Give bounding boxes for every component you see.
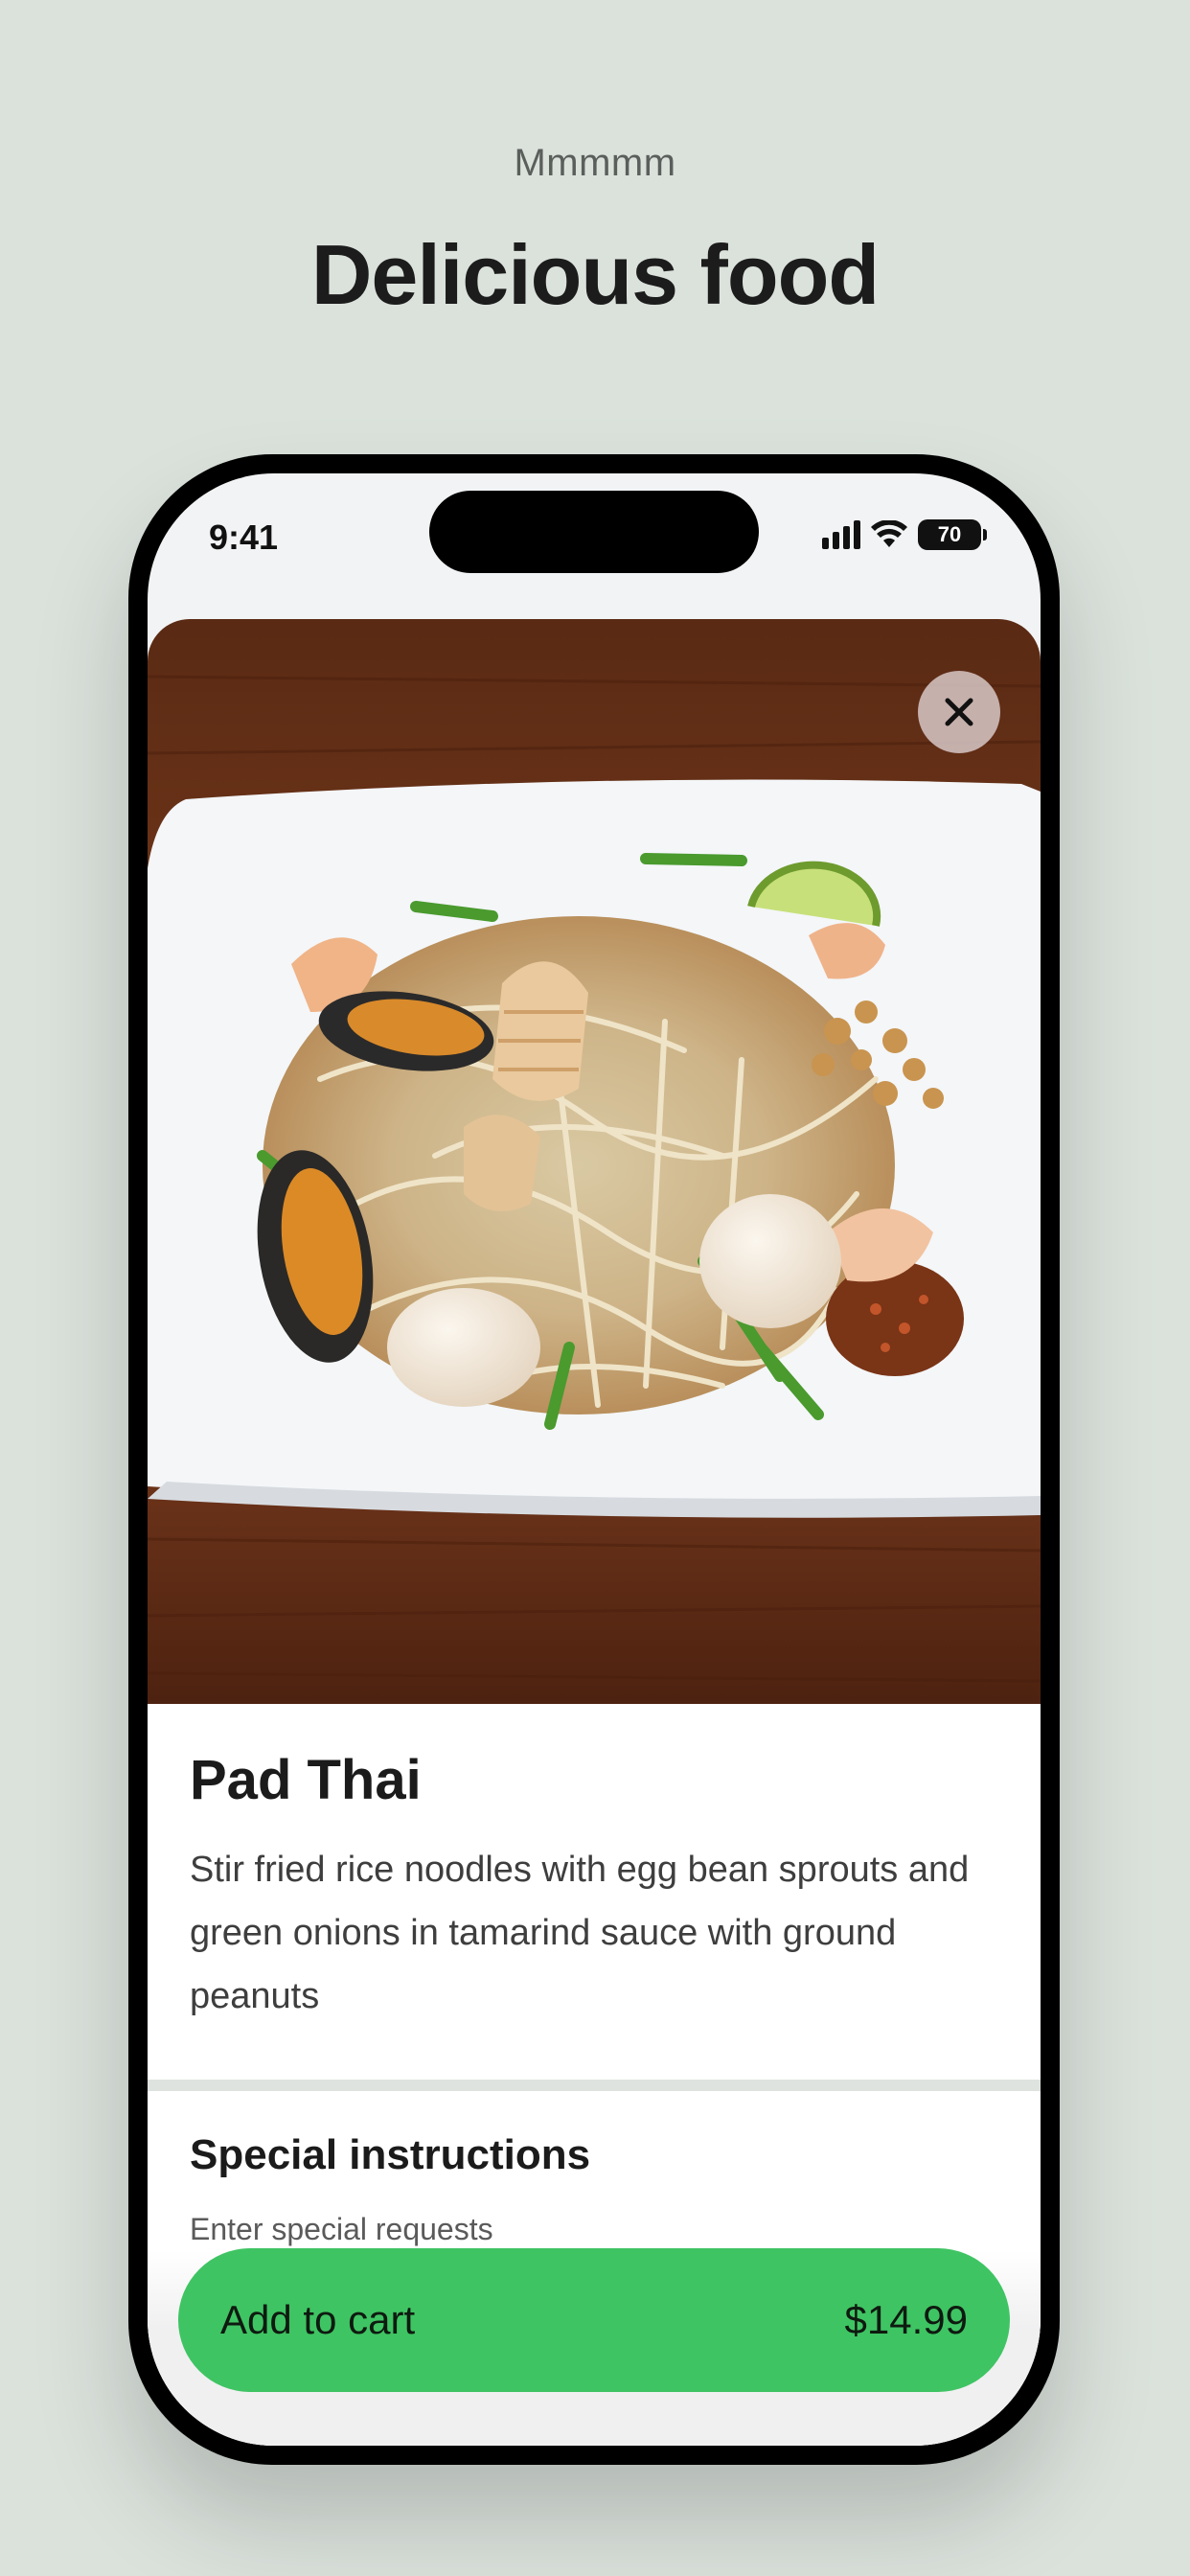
special-instructions-input[interactable] (190, 2212, 860, 2247)
add-to-cart-button[interactable]: Add to cart $14.99 (178, 2248, 1010, 2392)
item-detail-sheet: Pad Thai Stir fried rice noodles with eg… (148, 619, 1041, 2446)
special-instructions-title: Special instructions (190, 2131, 591, 2178)
wifi-icon (871, 520, 907, 547)
item-name: Pad Thai (190, 1749, 422, 1811)
close-icon (945, 698, 973, 726)
section-divider (148, 2080, 1041, 2091)
status-time: 9:41 (209, 518, 279, 557)
add-to-cart-label: Add to cart (220, 2297, 416, 2342)
status-indicators: 70 (822, 519, 987, 550)
phone-screen: 9:41 70 Pad Thai Stir fried rice noodles… (148, 473, 1041, 2446)
item-description: Stir fried rice noodles with egg bean sp… (190, 1850, 970, 2016)
dynamic-island (429, 491, 759, 573)
battery-icon: 70 (918, 519, 987, 550)
page-eyebrow: Mmmmm (514, 142, 676, 184)
cellular-signal-icon (822, 520, 860, 549)
pad-thai-plate-photo (148, 619, 1041, 1704)
phone-frame: 9:41 70 Pad Thai Stir fried rice noodles… (128, 454, 1060, 2465)
cart-price: $14.99 (844, 2297, 968, 2342)
close-button[interactable] (918, 671, 1000, 753)
page-title: Delicious food (310, 227, 880, 322)
